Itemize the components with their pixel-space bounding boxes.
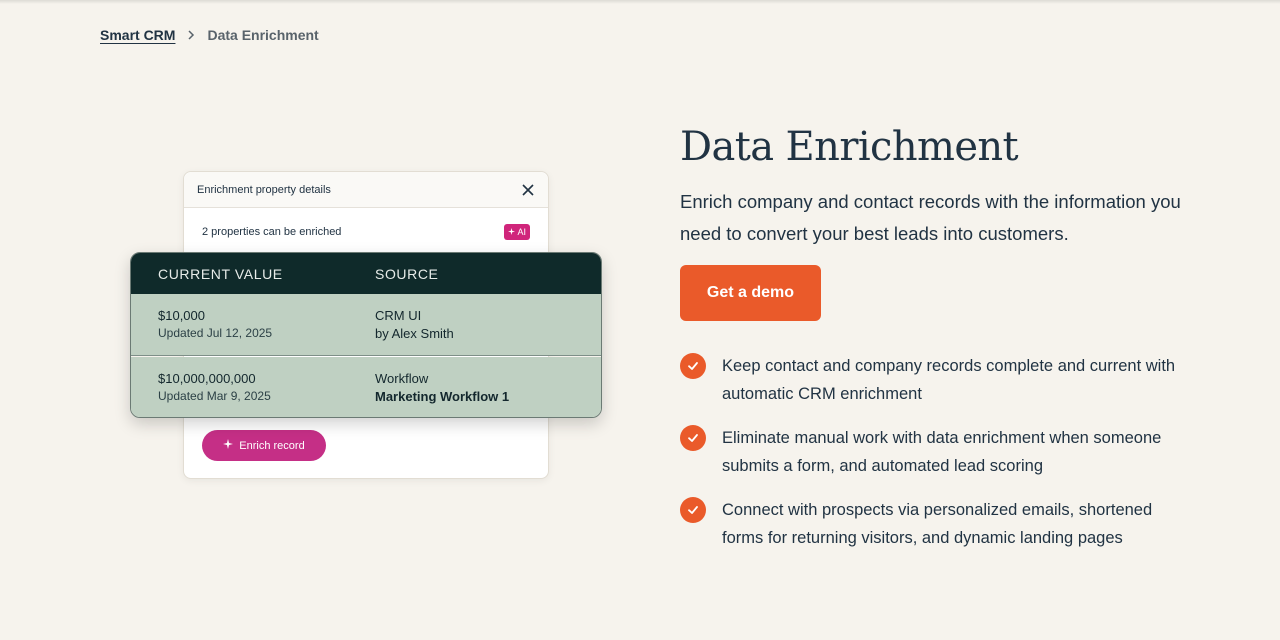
ai-badge-label: AI [517,227,526,237]
top-shadow [0,0,1280,4]
properties-count-text: 2 properties can be enriched [202,226,342,238]
table-row: $10,000,000,000 Updated Mar 9, 2025 Work… [131,357,601,417]
table-row: $10,000 Updated Jul 12, 2025 CRM UI by A… [131,294,601,356]
source-detail-text: by Alex Smith [375,326,454,341]
enrichment-table: CURRENT VALUE SOURCE $10,000 Updated Jul… [130,252,602,418]
source-cell: CRM UI by Alex Smith [375,308,454,341]
source-text: Workflow [375,371,429,386]
check-circle-icon [680,497,706,523]
card-header: Enrichment property details [184,172,548,208]
breadcrumb-current: Data Enrichment [207,27,319,43]
card-title: Enrichment property details [197,183,331,196]
sparkle-icon [508,227,516,237]
breadcrumb: Smart CRM Data Enrichment [100,26,319,44]
column-header-current-value: CURRENT VALUE [158,265,283,282]
updated-text: Updated Jul 12, 2025 [158,326,273,340]
sparkle-icon [223,439,234,452]
enrich-record-label: Enrich record [239,439,305,452]
page-description: Enrich company and contact records with … [680,191,1181,244]
check-circle-icon [680,353,706,379]
source-cell: Workflow Marketing Workflow 1 [375,371,509,404]
value-text: $10,000,000,000 [158,371,256,386]
updated-text: Updated Mar 9, 2025 [158,389,271,403]
feature-text: Keep contact and company records complet… [722,357,1176,403]
ai-badge: AI [504,224,530,240]
column-header-source: SOURCE [375,265,439,282]
value-text: $10,000 [158,308,205,323]
table-header: CURRENT VALUE SOURCE [131,253,601,294]
enrich-record-button[interactable]: Enrich record [202,430,326,461]
source-detail-text: Marketing Workflow 1 [375,389,510,404]
chevron-right-icon [187,30,195,40]
feature-text: Eliminate manual work with data enrichme… [722,429,1162,475]
page-title: Data Enrichment [680,124,1019,170]
source-text: CRM UI [375,308,422,323]
current-value-cell: $10,000,000,000 Updated Mar 9, 2025 [158,371,271,403]
breadcrumb-link-smart-crm[interactable]: Smart CRM [100,27,175,43]
feature-text: Connect with prospects via personalized … [722,501,1153,547]
close-icon[interactable] [520,182,536,198]
get-demo-button[interactable]: Get a demo [680,265,821,321]
check-circle-icon [680,425,706,451]
current-value-cell: $10,000 Updated Jul 12, 2025 [158,308,272,340]
